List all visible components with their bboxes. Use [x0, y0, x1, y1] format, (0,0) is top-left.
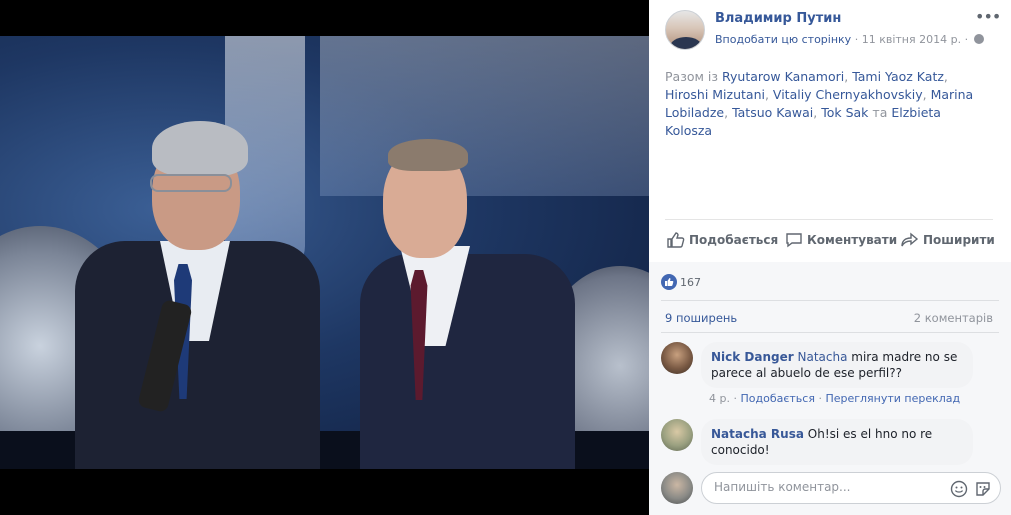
post-panel: Владимир Путин Вподобати цю сторінку · 1…: [649, 0, 1011, 515]
comments-count[interactable]: 2 коментарів: [914, 311, 993, 325]
comment-item: Nick Danger Natacha mira madre no se par…: [661, 342, 1001, 412]
reactions-count: 167: [680, 276, 701, 289]
tagged-mention[interactable]: Natacha: [798, 350, 848, 364]
share-button[interactable]: Поширити: [901, 232, 995, 248]
comment-input-box[interactable]: [701, 472, 1001, 504]
comment-item: Natacha Rusa Oh!si es el hno no re conoc…: [661, 419, 1001, 465]
footer-separator: ·: [818, 392, 822, 405]
post-meta: Вподобати цю сторінку · 11 квітня 2014 р…: [715, 33, 984, 46]
tagged-person-link[interactable]: Tok Sak: [821, 105, 868, 120]
divider: [661, 332, 999, 333]
commenter-name[interactable]: Natacha Rusa: [711, 427, 804, 441]
tagged-person-link[interactable]: Vitaliy Chernyakhovskiy: [773, 87, 923, 102]
share-icon: [901, 232, 919, 248]
tagged-person-link[interactable]: Tami Yaoz Katz: [852, 69, 944, 84]
background-structure: [320, 36, 649, 196]
meta-separator: ·: [964, 33, 969, 46]
comment-input[interactable]: [714, 480, 934, 494]
like-label: Подобається: [689, 233, 779, 247]
tagged-person-link[interactable]: Ryutarow Kanamori: [722, 69, 844, 84]
comment-button[interactable]: Коментувати: [785, 232, 897, 248]
emoji-icon[interactable]: [950, 480, 968, 498]
comment-composer: [661, 472, 1001, 504]
post-photo[interactable]: [0, 36, 649, 469]
like-page-link[interactable]: Вподобати цю сторінку: [715, 33, 851, 46]
comment-time[interactable]: 4 р.: [709, 392, 730, 405]
with-prefix: Разом із: [665, 69, 719, 84]
glasses: [150, 174, 232, 192]
commenter-name[interactable]: Nick Danger: [711, 350, 794, 364]
divider: [661, 300, 999, 301]
meta-separator: ·: [854, 33, 859, 46]
feedback-section: 167 9 поширень 2 коментарів Nick Danger …: [649, 262, 1011, 515]
shares-count[interactable]: 9 поширень: [665, 311, 737, 325]
divider: [665, 219, 993, 220]
hair: [388, 139, 468, 171]
post-actions: Подобається Коментувати Поширити: [665, 228, 995, 254]
with-conjunction: та: [872, 105, 888, 120]
like-reaction-icon: [661, 274, 677, 290]
post-header: Владимир Путин Вподобати цю сторінку · 1…: [665, 9, 1001, 50]
commenter-avatar[interactable]: [661, 342, 693, 374]
comment-like-link[interactable]: Подобається: [740, 392, 814, 405]
person-right: [360, 254, 575, 469]
comment-label: Коментувати: [807, 233, 898, 247]
current-user-avatar: [661, 472, 693, 504]
share-label: Поширити: [923, 233, 995, 247]
comment-text: Oh!si es el hno no re: [807, 427, 933, 441]
see-translation-link[interactable]: Переглянути переклад: [825, 392, 960, 405]
globe-icon: [973, 34, 984, 44]
footer-separator: ·: [733, 392, 737, 405]
comment-text: parece al abuelo de ese perfil??: [711, 366, 902, 380]
reactions-summary[interactable]: 167: [661, 274, 701, 290]
more-options-icon[interactable]: •••: [975, 9, 1001, 28]
sticker-icon[interactable]: [974, 480, 992, 498]
author-name[interactable]: Владимир Путин: [715, 11, 841, 26]
photo-viewer[interactable]: [0, 0, 649, 515]
comment-icon: [785, 232, 803, 248]
author-avatar[interactable]: [665, 10, 705, 50]
commenter-avatar[interactable]: [661, 419, 693, 451]
like-button[interactable]: Подобається: [667, 232, 778, 248]
tagged-people: Разом із Ryutarow Kanamori, Tami Yaoz Ka…: [665, 69, 974, 138]
comment-text: mira madre no se: [847, 350, 958, 364]
post-date[interactable]: 11 квітня 2014 р.: [862, 33, 961, 46]
tagged-person-link[interactable]: Hiroshi Mizutani: [665, 87, 765, 102]
comment-text: conocido!: [711, 443, 770, 457]
comment-bubble: Nick Danger Natacha mira madre no se par…: [701, 342, 973, 388]
thumbs-up-icon: [667, 232, 685, 248]
hair: [152, 121, 248, 176]
tagged-person-link[interactable]: Tatsuo Kawai: [732, 105, 813, 120]
comment-bubble: Natacha Rusa Oh!si es el hno no re conoc…: [701, 419, 973, 465]
comment-footer: 4 р. · Подобається · Переглянути перекла…: [709, 392, 960, 405]
